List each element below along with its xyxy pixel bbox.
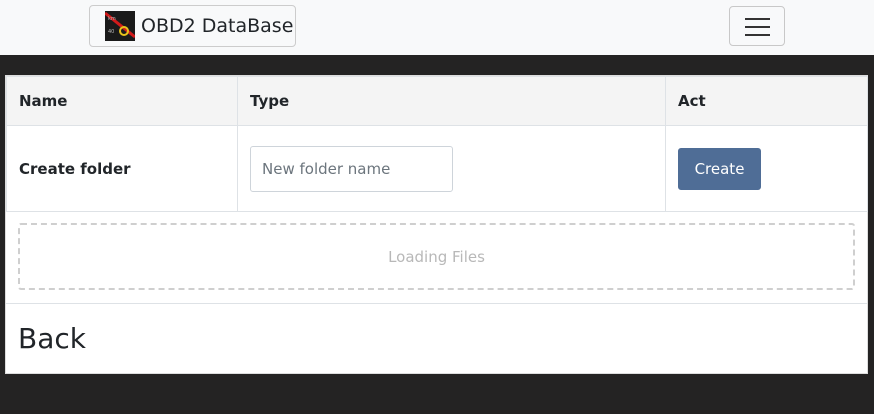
create-folder-label: Create folder	[6, 125, 238, 212]
folder-name-input[interactable]	[250, 145, 453, 192]
folder-table: Name Type Act Create folder Create	[6, 76, 868, 212]
folder-name-cell	[237, 125, 666, 212]
file-manager-panel: Name Type Act Create folder Create Loadi…	[5, 75, 868, 374]
create-folder-row: Create folder Create	[6, 125, 868, 212]
back-link[interactable]: Back	[18, 322, 86, 355]
file-dropzone[interactable]: Loading Files	[18, 223, 855, 290]
hamburger-menu-icon	[745, 18, 770, 20]
column-header-act: Act	[665, 76, 868, 126]
obd2-gauge-logo-icon: km 40	[105, 11, 135, 41]
svg-text:km: km	[108, 16, 116, 22]
loading-status: Loading Files	[388, 247, 485, 266]
file-list-area: Loading Files	[6, 211, 867, 304]
table-header-row: Name Type Act	[6, 76, 868, 126]
svg-text:40: 40	[108, 29, 114, 35]
action-cell: Create	[665, 125, 868, 212]
column-header-name: Name	[6, 76, 238, 126]
column-header-type: Type	[237, 76, 666, 126]
navbar: km 40 OBD2 DataBase	[0, 0, 874, 55]
brand-link[interactable]: km 40 OBD2 DataBase	[89, 5, 296, 47]
menu-toggle-button[interactable]	[729, 6, 785, 46]
create-folder-button[interactable]: Create	[678, 147, 761, 190]
brand-title: OBD2 DataBase	[141, 15, 294, 37]
